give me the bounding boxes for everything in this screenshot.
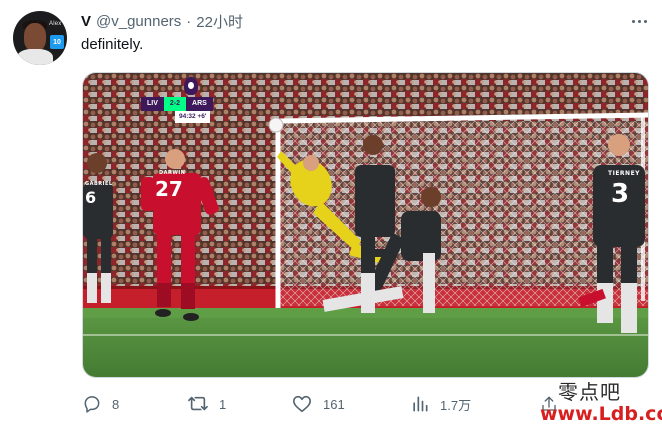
- watermark-title: 零点吧: [558, 380, 621, 404]
- jersey-name-right: TIERNEY: [608, 170, 641, 177]
- scorebug-clock: 94:32 +6': [175, 111, 211, 123]
- avatar-face: [24, 23, 46, 51]
- display-name[interactable]: V: [81, 13, 91, 30]
- heart-icon: [293, 395, 311, 413]
- jersey-number-right: 3: [611, 179, 630, 209]
- avatar-shirt: [17, 49, 53, 65]
- user-handle[interactable]: @v_gunners: [96, 13, 181, 30]
- retweet-icon: [188, 396, 208, 411]
- jersey-name-left: DARWIN: [159, 170, 186, 176]
- scorebug: LIV 2-2 ARS: [141, 97, 213, 111]
- scorebug-home-team: LIV: [141, 97, 164, 111]
- pitch: [83, 308, 648, 377]
- avatar-name-text: Alex: [49, 21, 62, 27]
- tweet-header: V @v_gunners · 22小时: [81, 11, 243, 31]
- view-count: 1.7万: [440, 397, 472, 413]
- views-action[interactable]: 1.7万: [410, 392, 471, 416]
- reply-icon: [84, 396, 100, 413]
- watermark-url: www.Ldb.cc: [540, 403, 662, 425]
- retweet-action[interactable]: 1: [187, 392, 226, 416]
- like-action[interactable]: 161: [291, 392, 345, 416]
- premier-league-logo: [184, 77, 198, 95]
- scorebug-score: 2-2: [163, 97, 187, 111]
- tweet-timestamp[interactable]: 22小时: [196, 11, 243, 32]
- football-scene: [83, 73, 648, 377]
- like-count: 161: [323, 396, 345, 412]
- tweet: Alex 10 V @v_gunners · 22小时 definitely.: [0, 0, 662, 426]
- avatar-badge: 10: [50, 35, 64, 49]
- retweet-count: 1: [219, 396, 227, 412]
- scorebug-away-team: ARS: [186, 97, 213, 111]
- watermark: 零点吧 www.Ldb.cc: [540, 376, 662, 426]
- reply-action[interactable]: 8: [82, 392, 119, 416]
- tweet-text: definitely.: [81, 36, 144, 53]
- separator-dot: ·: [186, 12, 192, 30]
- jersey-number-far-left: 6: [85, 188, 97, 207]
- bar-chart-icon: [413, 396, 428, 412]
- avatar[interactable]: Alex 10: [13, 11, 67, 65]
- jersey-number-left: 27: [155, 177, 183, 201]
- reply-count: 8: [112, 396, 120, 412]
- football: [268, 117, 284, 133]
- tweet-media-image[interactable]: LIV 2-2 ARS 94:32 +6' DARWIN 27 GABRIEL …: [82, 72, 649, 378]
- more-options-icon[interactable]: [628, 15, 650, 27]
- jersey-name-far-left: GABRIEL: [85, 181, 113, 187]
